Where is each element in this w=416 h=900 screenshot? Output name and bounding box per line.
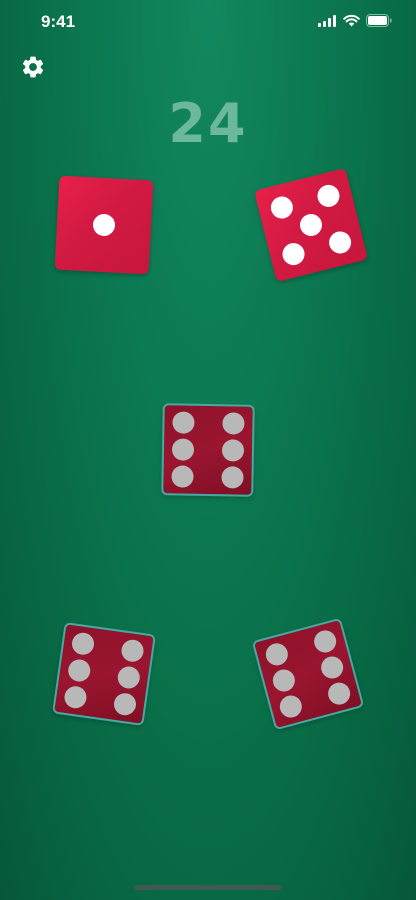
battery-icon [366,14,392,27]
die-pip [325,680,353,708]
die-pip [221,439,245,462]
die-pip [311,627,339,655]
die-pip [222,412,245,435]
die-pip [120,638,145,664]
die-rolled-1[interactable] [54,175,154,275]
die-pip [172,411,195,434]
die-pip [268,194,296,221]
die-pip [116,665,142,690]
die-pip [280,240,307,268]
die-pip [70,631,96,657]
home-indicator[interactable] [134,885,282,890]
status-time: 9:41 [41,12,76,31]
wifi-icon [343,14,360,27]
die-rolled-2[interactable] [254,168,368,282]
die-held-2[interactable] [52,622,156,726]
die-pip [318,654,346,682]
die-pip [171,438,195,461]
die-pip [66,658,92,683]
die-pip [326,229,354,256]
signal-icon [318,14,337,27]
die-pip [263,640,291,668]
die-held-1[interactable] [161,403,255,497]
status-bar: 9:41 [0,0,416,44]
die-pip [171,465,194,488]
die-pip [277,693,305,721]
die-pip [297,211,325,239]
score-display: 24 [168,92,248,155]
gear-icon [22,56,44,78]
die-pip [315,182,342,210]
die-pip [112,691,138,717]
die-held-3[interactable] [251,617,365,731]
die-pip [221,466,244,489]
status-icons [318,14,392,27]
die-pip [63,684,88,710]
settings-button[interactable] [20,54,46,80]
die-pip [270,666,298,694]
die-pip [92,213,116,237]
